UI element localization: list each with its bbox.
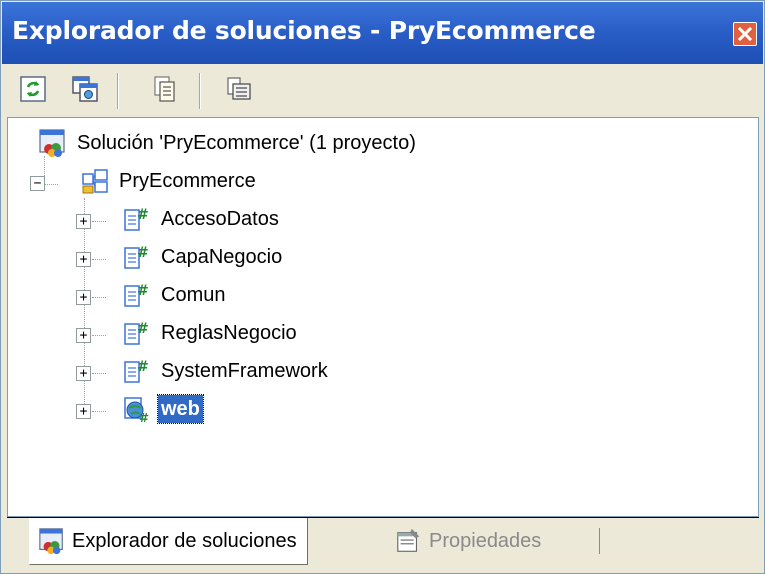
tree-node-project[interactable]: # Comun — [122, 278, 228, 312]
tree-node-pryecommerce[interactable]: PryEcommerce — [80, 164, 259, 198]
close-icon — [737, 26, 753, 42]
csharp-project-icon: # — [122, 204, 152, 234]
tree-connector — [92, 221, 106, 223]
tree-node-project[interactable]: # ReglasNegocio — [122, 316, 300, 350]
tree-node-project[interactable]: # AccesoDatos — [122, 202, 282, 236]
expand-toggle[interactable]: + — [76, 214, 91, 229]
close-button[interactable] — [733, 22, 757, 46]
refresh-icon — [18, 74, 48, 108]
tab-separator — [599, 528, 600, 554]
csharp-project-icon: # — [122, 280, 152, 310]
tree-node-project[interactable]: # SystemFramework — [122, 354, 331, 388]
tree-connector — [92, 411, 106, 413]
tree-node-project[interactable]: # CapaNegocio — [122, 240, 285, 274]
folder-label: PryEcommerce — [119, 170, 256, 192]
expand-toggle[interactable]: + — [76, 328, 91, 343]
expand-toggle[interactable]: + — [76, 404, 91, 419]
solution-icon — [38, 128, 68, 158]
refresh-button[interactable] — [15, 73, 51, 109]
properties-button[interactable] — [221, 73, 257, 109]
project-label: AccesoDatos — [161, 208, 279, 230]
show-all-files-button[interactable] — [67, 73, 103, 109]
collapse-toggle[interactable]: − — [30, 176, 45, 191]
web-project-icon: # — [122, 394, 152, 425]
tree-connector — [92, 335, 106, 337]
tree-node-solution[interactable]: Solución 'PryEcommerce' (1 proyecto) — [38, 126, 419, 160]
project-label: CapaNegocio — [161, 246, 283, 268]
tree-connector — [92, 259, 106, 261]
show-all-files-icon — [70, 74, 100, 108]
toolbar-separator — [199, 73, 201, 109]
view-code-button[interactable] — [147, 73, 183, 109]
tab-solution-explorer[interactable]: Explorador de soluciones — [29, 518, 308, 565]
solution-tree[interactable]: Solución 'PryEcommerce' (1 proyecto) − P… — [7, 117, 759, 517]
tab-label: Explorador de soluciones — [72, 529, 297, 552]
expand-toggle[interactable]: + — [76, 366, 91, 381]
solution-folder-icon — [80, 166, 110, 196]
svg-text:#: # — [137, 359, 149, 375]
csharp-project-icon: # — [122, 242, 152, 272]
tree-connector — [92, 373, 106, 375]
project-label-selected: web — [157, 394, 204, 424]
properties-icon — [224, 74, 254, 108]
project-label: Comun — [161, 284, 226, 306]
toolbar-separator — [117, 73, 119, 109]
project-label: ReglasNegocio — [161, 322, 297, 344]
tab-properties[interactable]: Propiedades — [387, 518, 549, 564]
toolbar — [7, 67, 759, 115]
tab-strip: Explorador de soluciones Propiedades — [7, 517, 759, 567]
csharp-project-icon: # — [122, 356, 152, 386]
solution-icon — [38, 527, 66, 555]
properties-icon — [395, 527, 423, 555]
csharp-project-icon: # — [122, 318, 152, 348]
tree-connector — [92, 297, 106, 299]
svg-text:#: # — [137, 207, 149, 223]
solution-label: Solución 'PryEcommerce' (1 proyecto) — [77, 132, 416, 154]
view-code-icon — [150, 74, 180, 108]
svg-text:#: # — [137, 321, 149, 337]
title-bar[interactable]: Explorador de soluciones - PryEcommerce — [2, 2, 763, 64]
solution-explorer-window: Explorador de soluciones - PryEcommerce — [0, 0, 765, 574]
svg-text:#: # — [137, 245, 149, 261]
svg-text:#: # — [137, 283, 149, 299]
tab-label: Propiedades — [429, 529, 542, 552]
svg-text:#: # — [139, 411, 149, 424]
window-title: Explorador de soluciones - PryEcommerce — [12, 16, 596, 45]
project-label: SystemFramework — [161, 360, 328, 382]
tree-connector — [44, 184, 58, 186]
expand-toggle[interactable]: + — [76, 290, 91, 305]
tree-node-project-web[interactable]: # web — [122, 392, 204, 426]
expand-toggle[interactable]: + — [76, 252, 91, 267]
